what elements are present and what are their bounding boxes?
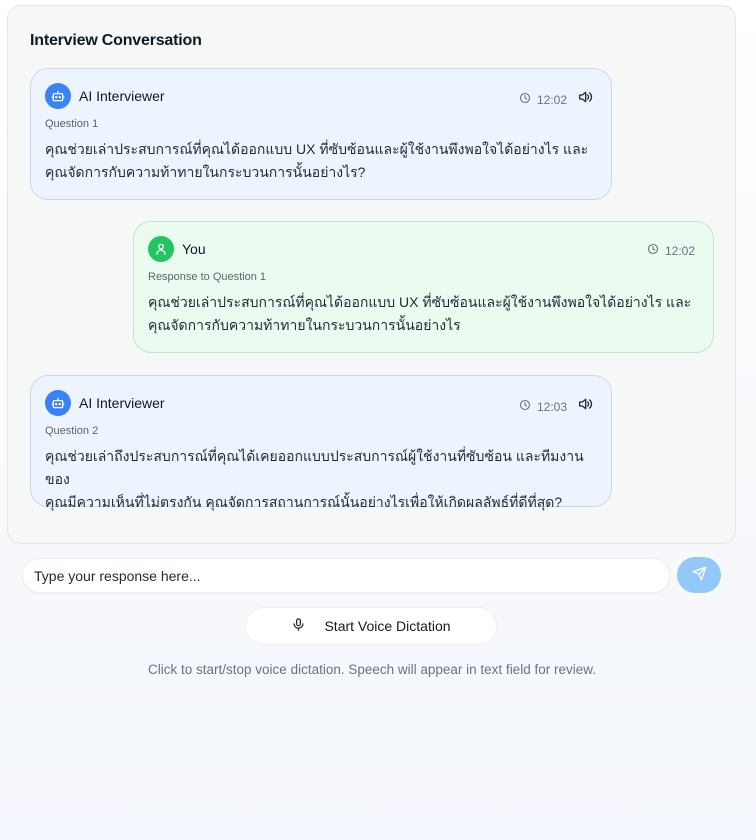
user-message-bubble: You 12:02 Response to Question 1 คุณช่วย… [133, 221, 714, 353]
user-icon [148, 236, 174, 262]
microphone-icon [291, 617, 306, 635]
conversation-panel: Interview Conversation AI Interviewer 12… [7, 5, 736, 544]
message-time: 12:02 [664, 244, 695, 258]
message-line: คุณมีความเห็นที่ไม่ตรงกัน คุณจัดการสถานก… [45, 494, 563, 510]
message-text: คุณช่วยเล่าประสบการณ์ที่คุณได้ออกแบบ UX … [45, 138, 597, 184]
message-time: 12:02 [536, 92, 567, 107]
sender-name: You [182, 241, 206, 257]
clock-icon [519, 398, 531, 416]
message-text: คุณช่วยเล่าถึงประสบการณ์ที่คุณได้เคยออกแ… [45, 445, 597, 514]
message-text: คุณช่วยเล่าประสบการณ์ที่คุณได้ออกแบบ UX … [148, 291, 699, 337]
question-label: Question 2 [45, 425, 99, 437]
clock-icon [647, 242, 659, 260]
ai-message-bubble: AI Interviewer 12:03 Question 2 คุณช่วยเ… [30, 375, 612, 510]
speaker-icon[interactable] [577, 396, 593, 417]
bot-icon [45, 390, 71, 416]
speaker-icon[interactable] [577, 89, 593, 110]
voice-dictation-label: Start Voice Dictation [324, 618, 451, 634]
message-line: คุณจัดการกับความท้าทายในกระบวนการนั้นอย่… [45, 164, 366, 180]
response-input[interactable] [34, 559, 654, 592]
sender-name: AI Interviewer [79, 88, 165, 104]
message-time: 12:03 [536, 399, 567, 414]
bot-icon [45, 83, 71, 109]
ai-message-bubble: AI Interviewer 12:02 Question 1 คุณช่วยเ… [30, 68, 612, 200]
response-label: Response to Question 1 [148, 271, 267, 283]
clock-icon [519, 91, 531, 109]
panel-title: Interview Conversation [30, 32, 202, 49]
dictation-hint: Click to start/stop voice dictation. Spe… [148, 662, 596, 677]
response-input-wrapper [22, 558, 670, 593]
voice-dictation-button[interactable]: Start Voice Dictation [245, 607, 497, 645]
send-icon [692, 566, 707, 584]
message-line: คุณจัดการกับความท้าทายในกระบวนการนั้นอย่… [148, 317, 461, 333]
message-line: คุณช่วยเล่าประสบการณ์ที่คุณได้ออกแบบ UX … [148, 294, 692, 310]
message-line: คุณช่วยเล่าถึงประสบการณ์ที่คุณได้เคยออกแ… [45, 448, 584, 487]
message-line: คุณช่วยเล่าประสบการณ์ที่คุณได้ออกแบบ UX … [45, 141, 589, 157]
question-label: Question 1 [45, 118, 99, 130]
send-button[interactable] [677, 557, 721, 593]
sender-name: AI Interviewer [79, 395, 165, 411]
